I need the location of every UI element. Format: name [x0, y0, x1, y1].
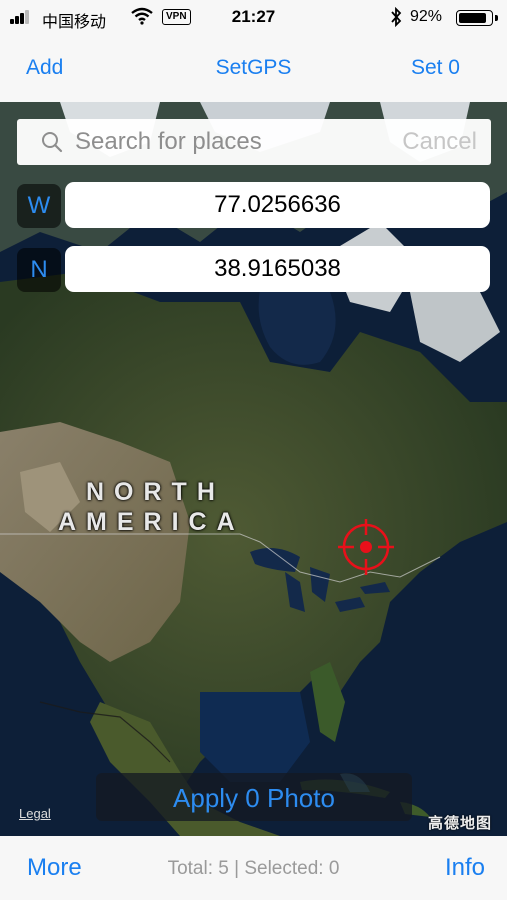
- map-provider-logo: 高德地图: [428, 815, 493, 832]
- battery-tip: [495, 15, 498, 21]
- legal-link[interactable]: Legal: [19, 806, 51, 821]
- search-bar: Cancel: [17, 119, 491, 165]
- longitude-label: W: [17, 184, 61, 228]
- battery-level-fill: [459, 13, 486, 23]
- latitude-field[interactable]: 38.9165038: [65, 246, 490, 292]
- status-bar: 中国移动 VPN 21:27 92%: [0, 0, 507, 36]
- bluetooth-icon: [391, 7, 402, 27]
- info-button[interactable]: Info: [445, 854, 485, 882]
- latitude-label: N: [17, 248, 61, 292]
- set-button[interactable]: Set 0: [411, 56, 460, 80]
- navigation-bar: Add SetGPS Set 0: [0, 36, 507, 102]
- map-label-america: AMERICA: [58, 508, 245, 536]
- battery-percent: 92%: [410, 8, 443, 25]
- cancel-button[interactable]: Cancel: [402, 128, 477, 156]
- photo-count-status: Total: 5 | Selected: 0: [167, 858, 340, 879]
- search-icon: [42, 132, 63, 153]
- search-input[interactable]: [75, 119, 395, 165]
- longitude-field[interactable]: 77.0256636: [65, 182, 490, 228]
- bottom-toolbar: More Total: 5 | Selected: 0 Info: [0, 836, 507, 900]
- battery-icon: [456, 10, 493, 26]
- map-label-north: NORTH: [86, 478, 225, 506]
- apply-photo-button[interactable]: Apply 0 Photo: [96, 773, 412, 821]
